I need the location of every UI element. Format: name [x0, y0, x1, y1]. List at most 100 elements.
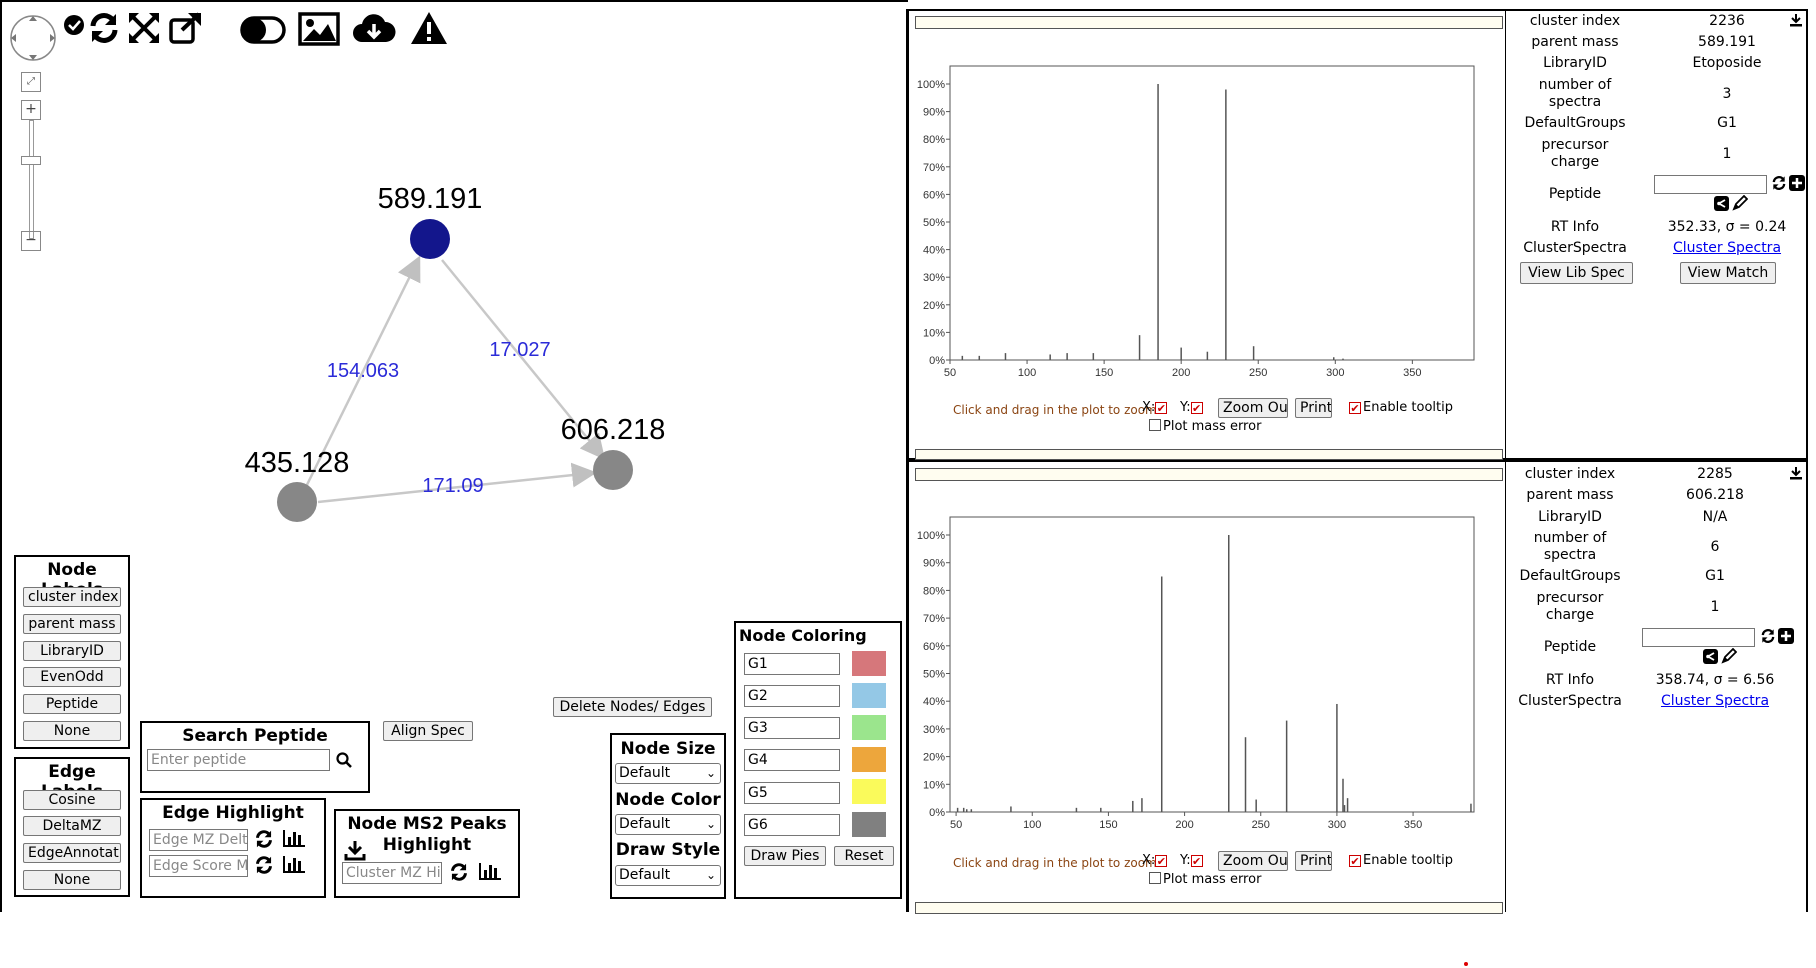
group-name-input[interactable]: G3	[744, 717, 840, 739]
edge-labels-panel: Edge Labels Cosine DeltaMZ EdgeAnnotat N…	[14, 757, 130, 897]
x-tick-label: 100	[1023, 819, 1041, 831]
share-icon[interactable]	[1703, 649, 1718, 664]
delete-nodes-edges-button[interactable]: Delete Nodes/ Edges	[553, 697, 712, 717]
spectrum-chart-bottom[interactable]: 0% 10% 20% 30% 40% 50% 60% 70% 80% 90% 100% 50 100 15…	[912, 490, 1480, 840]
network-graph[interactable]: 589.191 606.218 435.128 154.063 17.027 1…	[200, 160, 700, 540]
reset-button[interactable]: Reset	[834, 846, 894, 866]
draw-style-select[interactable]: Default ⌄	[615, 865, 721, 886]
group-name-input[interactable]: G6	[744, 814, 840, 836]
group-name-input[interactable]: G5	[744, 782, 840, 804]
edge-label-deltamz-button[interactable]: DeltaMZ	[23, 816, 121, 836]
select-check-icon[interactable]	[63, 14, 85, 36]
group-color-swatch[interactable]	[852, 683, 886, 708]
node-label-none-button[interactable]: None	[23, 721, 121, 741]
refresh-icon[interactable]	[254, 855, 274, 875]
parent-mass-value: 589.191	[1698, 34, 1756, 50]
group-name-input[interactable]: G4	[744, 749, 840, 771]
warning-icon[interactable]	[409, 10, 449, 46]
print-button[interactable]: Print	[1295, 398, 1332, 418]
network-node[interactable]	[277, 482, 317, 522]
node-label-evenodd-button[interactable]: EvenOdd	[23, 667, 121, 687]
cluster-spectra-link[interactable]: Cluster Spectra	[1652, 240, 1802, 257]
toggle-icon[interactable]	[240, 16, 286, 44]
cloud-download-icon[interactable]	[352, 12, 396, 46]
node-label-parent-mass-button[interactable]: parent mass	[23, 614, 121, 634]
image-icon[interactable]	[298, 12, 340, 46]
library-id-label: LibraryID	[1538, 509, 1602, 525]
node-coloring-panel: Node Coloring G1 G2 G3 G4 G5 G6 Draw Pie…	[734, 621, 902, 899]
refresh-icon[interactable]	[1760, 628, 1776, 644]
cluster-index-label: cluster index	[1524, 466, 1616, 482]
align-spec-button[interactable]: Align Spec	[383, 721, 473, 741]
group-color-swatch[interactable]	[852, 651, 886, 676]
zoom-slider-handle[interactable]	[21, 156, 41, 165]
search-peptide-input[interactable]: Enter peptide	[147, 749, 330, 771]
plot-mass-error-checkbox[interactable]: Plot mass error	[1149, 419, 1261, 434]
zoom-out-button[interactable]: −	[21, 231, 41, 251]
y-zoom-checkbox[interactable]: Y:✔	[1180, 853, 1205, 868]
refresh-icon[interactable]	[1771, 175, 1787, 191]
node-size-value: Default	[619, 765, 671, 781]
y-zoom-checkbox[interactable]: Y:✔	[1180, 400, 1205, 415]
zoom-out-button[interactable]: Zoom Out	[1218, 851, 1288, 871]
spectrum-chart-top[interactable]: 0% 10% 20% 30% 40% 50% 60% 70% 80% 90% 100% 50 100 15…	[912, 38, 1480, 388]
ms2-highlight-title: Node MS2 Peaks	[347, 814, 507, 834]
plus-square-icon[interactable]	[1789, 175, 1805, 191]
bar-chart-icon[interactable]	[478, 861, 502, 881]
zoom-in-button[interactable]: +	[21, 100, 41, 120]
view-lib-spec-button[interactable]: View Lib Spec	[1520, 262, 1633, 284]
draw-pies-button[interactable]: Draw Pies	[744, 846, 826, 866]
fit-view-button[interactable]: ⤢	[21, 72, 41, 92]
refresh-icon[interactable]	[254, 829, 274, 849]
zoom-out-button[interactable]: Zoom Out	[1218, 398, 1288, 418]
pan-navigator[interactable]	[8, 13, 58, 63]
zoom-slider-track[interactable]	[29, 120, 34, 239]
edge-label-none-button[interactable]: None	[23, 870, 121, 890]
group-color-swatch[interactable]	[852, 715, 886, 740]
peptide-input[interactable]	[1642, 628, 1755, 647]
node-label-libraryid-button[interactable]: LibraryID	[23, 641, 121, 661]
network-node[interactable]	[410, 219, 450, 259]
group-color-swatch[interactable]	[852, 779, 886, 804]
x-zoom-checkbox[interactable]: X:✔	[1142, 853, 1169, 868]
enable-tooltip-checkbox[interactable]: ✔ Enable tooltip	[1349, 400, 1453, 415]
node-label-peptide-button[interactable]: Peptide	[23, 694, 121, 714]
cluster-spectra-link[interactable]: Cluster Spectra	[1640, 693, 1790, 710]
edge-score-min-input[interactable]: Edge Score Mi	[149, 855, 248, 877]
group-name-input[interactable]: G2	[744, 685, 840, 707]
y-tick-label: 90%	[923, 558, 945, 570]
bar-chart-icon[interactable]	[282, 828, 306, 848]
expand-icon[interactable]	[127, 11, 161, 45]
share-icon[interactable]	[1714, 196, 1729, 211]
print-button[interactable]: Print	[1295, 851, 1332, 871]
group-color-swatch[interactable]	[852, 812, 886, 837]
plus-square-icon[interactable]	[1778, 628, 1794, 644]
x-zoom-checkbox[interactable]: X:✔	[1142, 400, 1169, 415]
plot-mass-error-checkbox[interactable]: Plot mass error	[1149, 872, 1261, 887]
x-tick-label: 100	[1018, 367, 1036, 379]
plot-area	[949, 516, 1475, 813]
group-color-swatch[interactable]	[852, 747, 886, 772]
enable-tooltip-checkbox[interactable]: ✔ Enable tooltip	[1349, 853, 1453, 868]
download-icon[interactable]	[344, 839, 366, 861]
view-match-button[interactable]: View Match	[1680, 262, 1776, 284]
refresh-icon[interactable]	[449, 862, 469, 882]
external-link-icon[interactable]	[168, 10, 204, 46]
network-node[interactable]	[593, 450, 633, 490]
download-icon[interactable]	[1789, 466, 1803, 480]
edge-label-edgeannotation-button[interactable]: EdgeAnnotat	[23, 843, 121, 863]
node-label-cluster-index-button[interactable]: cluster index	[23, 587, 121, 607]
edit-icon[interactable]	[1732, 195, 1748, 211]
edit-icon[interactable]	[1721, 648, 1737, 664]
group-name-input[interactable]: G1	[744, 653, 840, 675]
node-size-select[interactable]: Default ⌄	[615, 763, 721, 784]
bar-chart-icon[interactable]	[282, 854, 306, 874]
edge-label-cosine-button[interactable]: Cosine	[23, 790, 121, 810]
peptide-input[interactable]	[1654, 175, 1767, 194]
node-color-select[interactable]: Default ⌄	[615, 814, 721, 835]
search-icon[interactable]	[336, 752, 352, 768]
cluster-mz-highlight-input[interactable]: Cluster MZ Hig	[342, 862, 442, 884]
edge-mz-delta-input[interactable]: Edge MZ Delta	[149, 829, 248, 851]
refresh-icon[interactable]	[87, 11, 121, 45]
download-icon[interactable]	[1789, 13, 1803, 27]
